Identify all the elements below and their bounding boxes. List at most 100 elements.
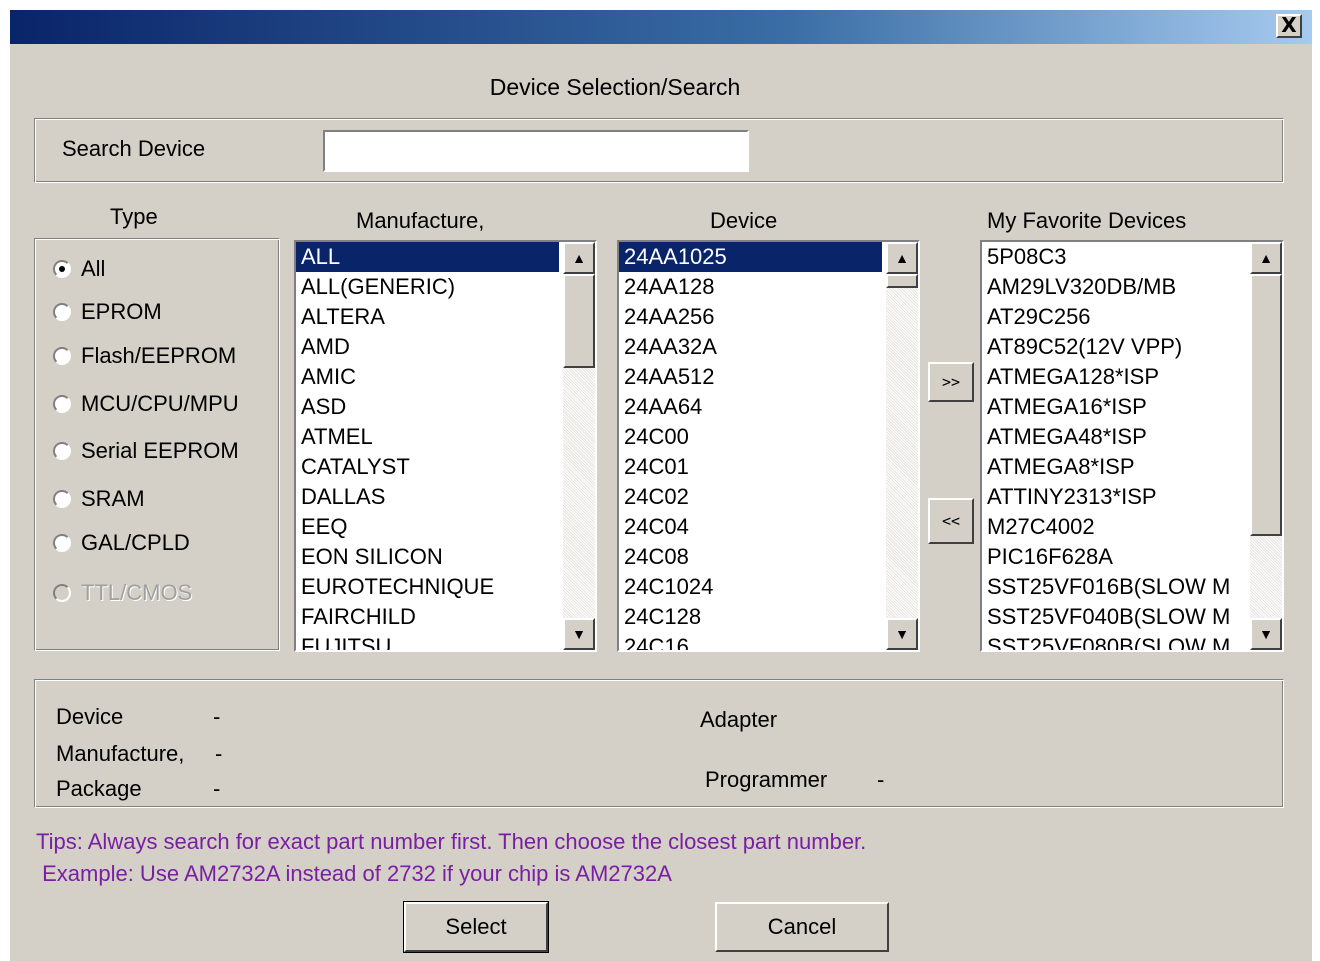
type-radio-label: SRAM [81, 486, 145, 511]
scroll-down-icon[interactable]: ▼ [1250, 618, 1282, 650]
type-radio-5[interactable]: SRAM [53, 485, 145, 513]
manufacture-list-item[interactable]: ASD [296, 392, 559, 422]
manufacture-list-item[interactable]: AMIC [296, 362, 559, 392]
scroll-thumb[interactable] [886, 274, 918, 288]
radio-button-icon[interactable] [53, 303, 71, 321]
info-programmer-label: Programmer [705, 767, 828, 792]
device-list-item[interactable]: 24C01 [619, 452, 882, 482]
type-radio-label: Flash/EEPROM [81, 343, 237, 368]
device-selection-dialog: X Device Selection/Search Search Device … [10, 10, 1312, 961]
search-device-label: Search Device [62, 136, 206, 161]
info-programmer-value: - [877, 767, 885, 792]
favorite-list-item[interactable]: AM29LV320DB/MB [982, 272, 1246, 302]
scroll-up-icon[interactable]: ▲ [1250, 242, 1282, 274]
cancel-button[interactable]: Cancel [715, 902, 889, 952]
radio-button-icon[interactable] [53, 534, 71, 552]
device-list-item[interactable]: 24C16 [619, 632, 882, 650]
type-radio-label: EPROM [81, 299, 162, 324]
manufacture-list-item[interactable]: ATMEL [296, 422, 559, 452]
type-group: All EPROM Flash/EEPROM MCU/CPU/MPU Serial EE… [34, 238, 280, 651]
scroll-up-icon[interactable]: ▲ [886, 242, 918, 274]
radio-button-icon[interactable] [53, 490, 71, 508]
device-scrollbar[interactable]: ▲ ▼ [886, 242, 918, 650]
manufacture-list-item[interactable]: ALTERA [296, 302, 559, 332]
radio-button-icon[interactable] [53, 395, 71, 413]
type-radio-label: MCU/CPU/MPU [81, 391, 239, 416]
scroll-up-icon[interactable]: ▲ [563, 242, 595, 274]
favorite-list-item[interactable]: 5P08C3 [982, 242, 1246, 272]
search-input[interactable] [323, 130, 749, 172]
favorite-list-item[interactable]: ATMEGA16*ISP [982, 392, 1246, 422]
favorite-list-item[interactable]: ATMEGA128*ISP [982, 362, 1246, 392]
device-list-item[interactable]: 24AA512 [619, 362, 882, 392]
type-radio-4[interactable]: Serial EEPROM [53, 437, 239, 465]
favorites-list[interactable]: 5P08C3 AM29LV320DB/MB AT29C256 AT89C52(12V … [980, 240, 1284, 652]
type-radio-6[interactable]: GAL/CPLD [53, 529, 190, 557]
manufacture-list[interactable]: ALL ALL(GENERIC) ALTERA AMD AMIC ASD ATMEL CATA… [294, 240, 597, 652]
manufacture-list-item[interactable]: FUJITSU [296, 632, 559, 650]
manufacture-list-item[interactable]: DALLAS [296, 482, 559, 512]
type-radio-0[interactable]: All [53, 255, 105, 283]
tips-line-2: Example: Use AM2732A instead of 2732 if … [36, 861, 672, 886]
favorite-list-item[interactable]: AT89C52(12V VPP) [982, 332, 1246, 362]
favorite-list-item[interactable]: ATMEGA48*ISP [982, 422, 1246, 452]
select-button[interactable]: Select [403, 901, 549, 953]
favorite-list-item[interactable]: SST25VF080B(SLOW M [982, 632, 1246, 650]
scroll-down-icon[interactable]: ▼ [563, 618, 595, 650]
device-list-item[interactable]: 24C1024 [619, 572, 882, 602]
scroll-thumb[interactable] [1250, 274, 1282, 536]
device-list-item[interactable]: 24AA1025 [619, 242, 882, 272]
manufacture-list-item[interactable]: EEQ [296, 512, 559, 542]
radio-button-icon[interactable] [53, 442, 71, 460]
manufacture-list-item[interactable]: AMD [296, 332, 559, 362]
info-package-label: Package [56, 776, 142, 801]
favorite-list-item[interactable]: PIC16F628A [982, 542, 1246, 572]
manufacture-list-item[interactable]: ALL(GENERIC) [296, 272, 559, 302]
favorites-header: My Favorite Devices [987, 208, 1187, 233]
add-to-favorites-button[interactable]: >> [928, 362, 974, 402]
favorites-scrollbar[interactable]: ▲ ▼ [1250, 242, 1282, 650]
favorite-list-item[interactable]: SST25VF040B(SLOW M [982, 602, 1246, 632]
info-package-value: - [213, 776, 221, 801]
favorite-list-item[interactable]: SST25VF016B(SLOW M [982, 572, 1246, 602]
type-radio-2[interactable]: Flash/EEPROM [53, 342, 236, 370]
info-device-label: Device [56, 704, 124, 729]
device-list-item[interactable]: 24C04 [619, 512, 882, 542]
device-list-item[interactable]: 24C02 [619, 482, 882, 512]
favorite-list-item[interactable]: M27C4002 [982, 512, 1246, 542]
type-radio-label: GAL/CPLD [81, 530, 190, 555]
manufacture-list-item[interactable]: EUROTECHNIQUE [296, 572, 559, 602]
radio-button-icon[interactable] [53, 260, 71, 278]
title-bar[interactable]: X [10, 10, 1312, 44]
radio-button-icon [53, 584, 71, 602]
remove-from-favorites-button[interactable]: << [928, 498, 974, 544]
type-radio-3[interactable]: MCU/CPU/MPU [53, 390, 239, 418]
favorite-list-item[interactable]: ATMEGA8*ISP [982, 452, 1246, 482]
device-list-item[interactable]: 24AA64 [619, 392, 882, 422]
manufacture-scrollbar[interactable]: ▲ ▼ [563, 242, 595, 650]
device-list[interactable]: 24AA1025 24AA128 24AA256 24AA32A 24AA512 24AA… [617, 240, 920, 652]
manufacture-list-item[interactable]: FAIRCHILD [296, 602, 559, 632]
radio-button-icon[interactable] [53, 347, 71, 365]
info-adapter-label: Adapter [700, 707, 778, 732]
device-list-item[interactable]: 24AA32A [619, 332, 882, 362]
device-list-item[interactable]: 24C08 [619, 542, 882, 572]
manufacture-list-item[interactable]: CATALYST [296, 452, 559, 482]
manufacture-list-item[interactable]: EON SILICON [296, 542, 559, 572]
device-list-item[interactable]: 24C00 [619, 422, 882, 452]
scroll-thumb[interactable] [563, 274, 595, 368]
manufacture-list-item[interactable]: ALL [296, 242, 559, 272]
scroll-down-icon[interactable]: ▼ [886, 618, 918, 650]
favorite-list-item[interactable]: ATTINY2313*ISP [982, 482, 1246, 512]
type-radio-label: Serial EEPROM [81, 438, 239, 463]
favorite-list-item[interactable]: AT29C256 [982, 302, 1246, 332]
info-device-value: - [213, 704, 221, 729]
device-list-item[interactable]: 24AA128 [619, 272, 882, 302]
close-button[interactable]: X [1276, 14, 1302, 38]
type-radio-1[interactable]: EPROM [53, 298, 162, 326]
type-label: Type [110, 204, 158, 229]
manufacture-header: Manufacture, [356, 208, 485, 233]
device-list-item[interactable]: 24AA256 [619, 302, 882, 332]
tips-line-1: Tips: Always search for exact part numbe… [36, 829, 867, 854]
device-list-item[interactable]: 24C128 [619, 602, 882, 632]
